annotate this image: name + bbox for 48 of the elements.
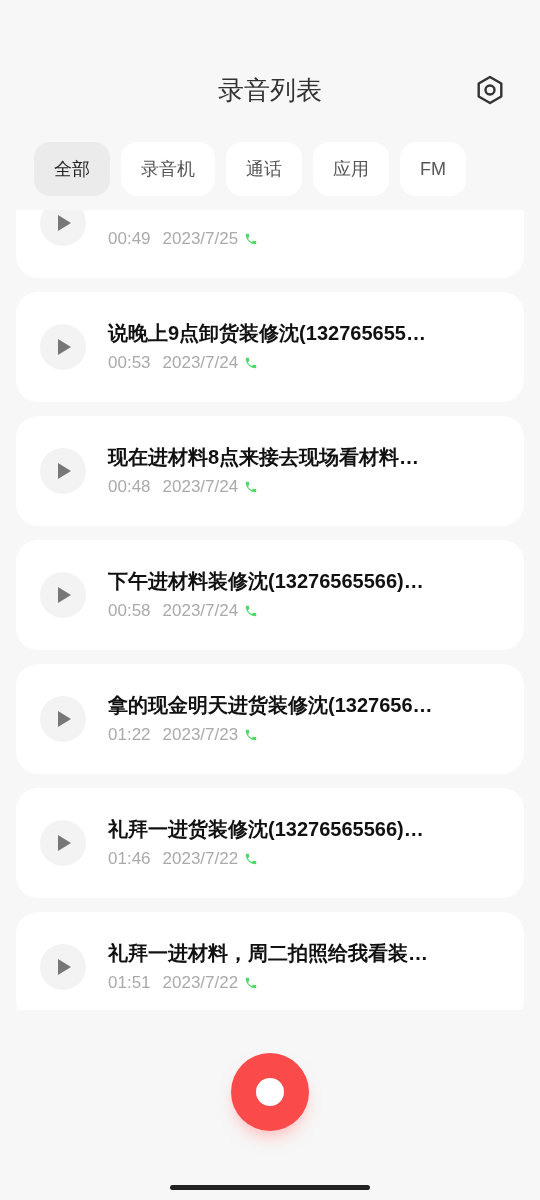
filter-tab[interactable]: 应用	[313, 142, 389, 196]
settings-icon[interactable]	[475, 75, 505, 105]
filter-tab[interactable]: 通话	[226, 142, 302, 196]
recording-duration: 01:22	[108, 724, 151, 746]
play-icon[interactable]	[40, 572, 86, 618]
recording-title: 拿的现金明天进货装修沈(1327656…	[108, 693, 433, 718]
play-icon[interactable]	[40, 448, 86, 494]
recording-title: 下午进材料装修沈(13276565566)…	[108, 569, 424, 594]
play-icon[interactable]	[40, 696, 86, 742]
recording-date: 2023/7/25	[162, 228, 239, 250]
phone-icon	[244, 852, 259, 866]
recording-duration: 00:53	[108, 352, 151, 374]
recording-duration: 00:58	[108, 600, 151, 622]
play-icon[interactable]	[40, 324, 86, 370]
recording-date: 2023/7/23	[162, 724, 239, 746]
page-title: 录音列表	[218, 73, 322, 107]
recording-date: 2023/7/22	[162, 848, 239, 870]
recording-duration: 01:46	[108, 848, 151, 870]
recording-card[interactable]: 礼拜一进货装修沈(13276565566)… 01:46 2023/7/22	[16, 788, 524, 898]
recording-date: 2023/7/24	[162, 352, 239, 374]
phone-icon	[244, 480, 259, 494]
phone-icon	[244, 604, 259, 618]
filter-tab[interactable]: 录音机	[121, 142, 215, 196]
phone-icon	[244, 728, 259, 742]
recording-card[interactable]: 说晚上9点卸货装修沈(132765655… 00:53 2023/7/24	[16, 292, 524, 402]
recording-card[interactable]: 礼拜一进材料，周二拍照给我看装… 01:51 2023/7/22	[16, 912, 524, 1010]
record-button[interactable]	[231, 1053, 309, 1131]
recording-date: 2023/7/24	[162, 476, 239, 498]
recording-card[interactable]: 拿的现金明天进货装修沈(1327656… 01:22 2023/7/23	[16, 664, 524, 774]
phone-icon	[244, 232, 259, 246]
recording-date: 2023/7/22	[162, 972, 239, 994]
phone-icon	[244, 356, 259, 370]
phone-icon	[244, 976, 259, 990]
filter-tab[interactable]: FM	[400, 142, 466, 196]
play-icon[interactable]	[40, 820, 86, 866]
recording-title: 说晚上9点卸货装修沈(132765655…	[108, 321, 426, 346]
play-icon[interactable]	[40, 944, 86, 990]
recording-title: 现在进材料8点来接去现场看材料…	[108, 445, 420, 470]
play-icon[interactable]	[40, 210, 86, 246]
recording-title: 礼拜一进货装修沈(13276565566)…	[108, 817, 424, 842]
recording-duration: 00:48	[108, 476, 151, 498]
recording-duration: 00:49	[108, 228, 151, 250]
recording-date: 2023/7/24	[162, 600, 239, 622]
recording-title: 礼拜一进材料，周二拍照给我看装…	[108, 941, 428, 966]
recording-duration: 01:51	[108, 972, 151, 994]
filter-tab[interactable]: 全部	[34, 142, 110, 196]
recording-card[interactable]: 现在进材料8点来接去现场看材料… 00:48 2023/7/24	[16, 416, 524, 526]
recording-card[interactable]: 下午进材料装修沈(13276565566)… 00:58 2023/7/24	[16, 540, 524, 650]
